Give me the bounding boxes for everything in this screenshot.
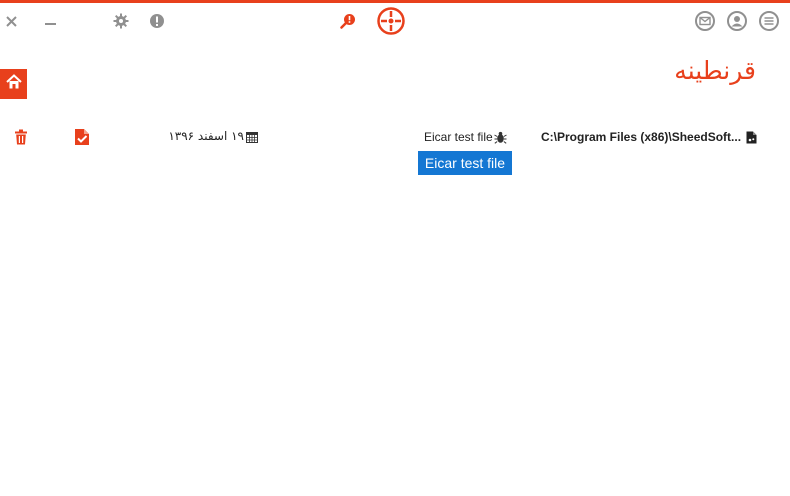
file-icon <box>746 131 757 144</box>
accent-bar <box>0 0 790 3</box>
calendar-icon <box>246 131 258 143</box>
mail-icon[interactable] <box>695 11 715 31</box>
close-icon[interactable] <box>6 16 17 27</box>
page-title: قرنطینه <box>674 56 756 85</box>
threat-tooltip: Eicar test file <box>418 151 512 175</box>
gear-icon[interactable] <box>113 13 129 29</box>
restore-file-icon[interactable] <box>74 128 90 146</box>
threat-name: Eicar test file <box>424 130 493 144</box>
info-icon[interactable] <box>149 13 165 29</box>
scan-alert-icon[interactable] <box>340 13 356 29</box>
menu-icon[interactable] <box>759 11 779 31</box>
target-logo-icon[interactable] <box>376 6 406 36</box>
user-icon[interactable] <box>727 11 747 31</box>
home-icon <box>5 74 22 94</box>
bug-icon <box>494 131 507 144</box>
quarantine-date: ۱۹ اسفند ۱۳۹۶ <box>168 129 244 143</box>
delete-icon[interactable] <box>13 129 29 145</box>
home-button[interactable] <box>0 69 27 99</box>
minimize-icon[interactable] <box>45 22 56 26</box>
file-path: C:\Program Files (x86)\SheedSoft... <box>541 130 742 144</box>
